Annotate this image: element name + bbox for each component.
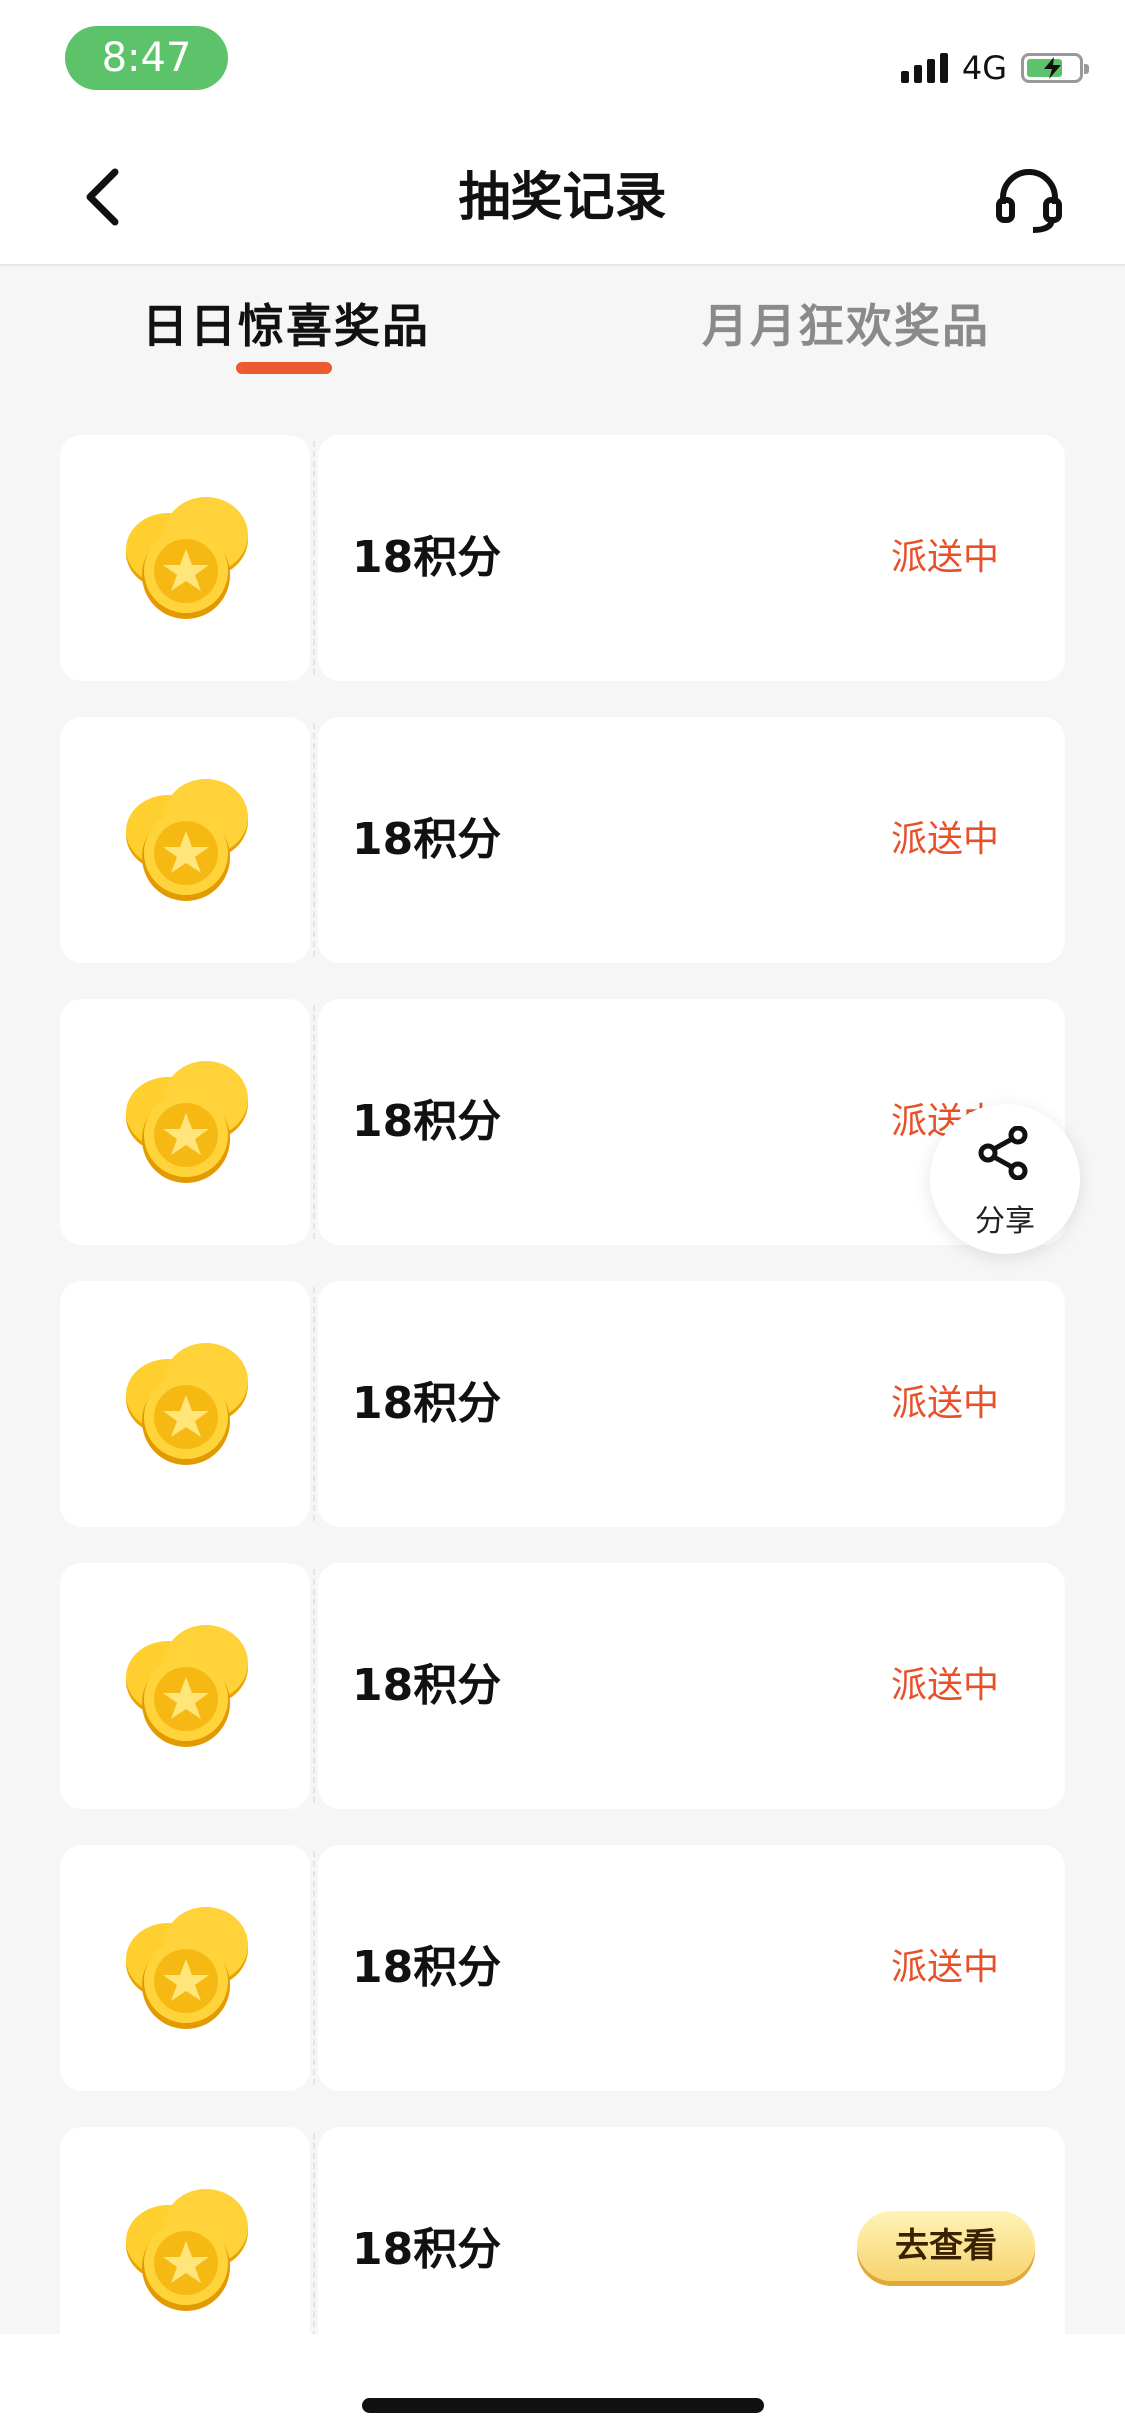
record-card[interactable]: 18积分 派送中 (60, 435, 1065, 681)
headset-icon (996, 169, 1062, 233)
record-card[interactable]: 18积分 派送中 (60, 1281, 1065, 1527)
prize-name: 18积分 (352, 1942, 502, 1993)
active-tab-indicator (236, 362, 332, 374)
record-card[interactable]: 18积分 派送中 (60, 1563, 1065, 1809)
prize-name: 18积分 (352, 532, 502, 583)
page-title: 抽奖记录 (458, 168, 667, 228)
prize-name: 18积分 (352, 814, 502, 865)
status-time: 8:47 (65, 26, 228, 90)
battery-icon (1021, 53, 1089, 83)
home-indicator[interactable] (362, 2398, 764, 2413)
share-button[interactable]: 分享 (930, 1104, 1080, 1254)
delivery-status: 派送中 (890, 1665, 999, 1706)
tab-monthly-prizes[interactable]: 月月狂欢奖品 (702, 290, 990, 356)
record-card[interactable]: 18积分 派送中 (60, 1845, 1065, 2091)
record-card[interactable]: 18积分 派送中 (60, 999, 1065, 1245)
coin-icon (126, 1343, 248, 1465)
network-type: 4G (961, 49, 1007, 87)
coin-icon (126, 1907, 248, 2029)
delivery-status: 派送中 (890, 1947, 999, 1988)
prize-tabs: 日日惊喜奖品 月月狂欢奖品 (0, 266, 1125, 396)
status-bar: 8:47 4G (0, 0, 1125, 132)
status-indicators: 4G (900, 48, 1089, 88)
record-list: 18积分 派送中 18积分 派送中 18积分 派送中 18积分 派送中 18积分… (60, 435, 1065, 2409)
coin-icon (126, 1061, 248, 1183)
share-label: 分享 (975, 1204, 1035, 1239)
customer-service-button[interactable] (993, 164, 1065, 236)
coin-icon (126, 2189, 248, 2311)
record-card[interactable]: 18积分 派送中 (60, 717, 1065, 963)
tab-daily-prizes[interactable]: 日日惊喜奖品 (142, 290, 430, 356)
signal-icon (900, 53, 948, 83)
prize-name: 18积分 (352, 1378, 502, 1429)
share-icon (978, 1126, 1028, 1180)
coin-icon (126, 779, 248, 901)
coin-icon (126, 497, 248, 619)
prize-name: 18积分 (352, 1660, 502, 1711)
prize-name: 18积分 (352, 1096, 502, 1147)
nav-bar: 抽奖记录 (0, 132, 1125, 266)
delivery-status: 派送中 (890, 1383, 999, 1424)
view-button[interactable]: 去查看 (857, 2211, 1035, 2281)
delivery-status: 派送中 (890, 819, 999, 860)
coin-icon (126, 1625, 248, 1747)
delivery-status: 派送中 (890, 537, 999, 578)
bottom-bar (0, 2334, 1125, 2436)
